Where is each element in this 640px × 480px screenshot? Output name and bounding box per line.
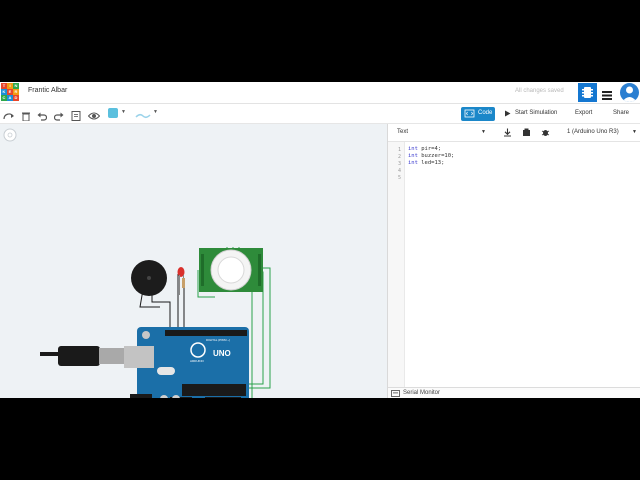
circuit-view-button[interactable]	[578, 83, 597, 102]
header-bar: TIN KER CAD Frantic Albar All changes sa…	[0, 82, 640, 104]
undo-button[interactable]	[37, 108, 48, 121]
code-text: led=13;	[417, 160, 445, 166]
line-number: 2	[397, 154, 401, 160]
save-status: All changes saved	[515, 88, 564, 94]
line-number-gutter: 1 2 3 4 5	[388, 142, 405, 387]
chevron-down-icon: ▼	[121, 109, 126, 115]
upload-icon[interactable]	[522, 128, 531, 137]
pir-motion-sensor[interactable]	[199, 248, 263, 292]
code-panel: Text ▼ 1 (Arduino Uno R3) ▼ 1 2 3 4 5 in…	[387, 124, 640, 398]
line-number: 5	[397, 175, 401, 181]
share-button[interactable]: Share	[613, 110, 629, 116]
delete-button[interactable]	[21, 108, 31, 122]
user-avatar[interactable]	[620, 83, 639, 102]
code-line[interactable]: int buzzer=10;	[408, 153, 454, 159]
arduino-uno-board[interactable]	[124, 327, 249, 398]
color-picker[interactable]: ▼	[108, 108, 128, 118]
code-editor[interactable]: 1 2 3 4 5 int pir=4; int buzzer=10; int …	[388, 142, 640, 387]
code-keyword: int	[408, 146, 418, 152]
toolbar: ▼ ▼ Code Start Simulation Export Share	[0, 104, 640, 124]
resistor[interactable]	[182, 278, 185, 288]
redo-icon	[53, 112, 64, 121]
eye-icon	[87, 112, 101, 120]
export-button[interactable]: Export	[575, 110, 592, 116]
serial-monitor-icon	[391, 390, 400, 397]
circuit-icon	[582, 87, 593, 98]
serial-monitor-bar[interactable]: Serial Monitor	[388, 387, 640, 398]
visibility-button[interactable]	[87, 108, 101, 120]
download-icon[interactable]	[503, 128, 512, 137]
tinkercad-logo[interactable]: TIN KER CAD	[1, 83, 19, 101]
notes-icon	[71, 111, 81, 121]
code-button[interactable]: Code	[461, 107, 495, 121]
line-number: 4	[397, 168, 401, 174]
chevron-down-icon: ▼	[153, 109, 158, 115]
rotate-icon	[3, 113, 14, 120]
code-panel-header: Text ▼ 1 (Arduino Uno R3) ▼	[388, 124, 640, 142]
chevron-down-icon: ▼	[632, 129, 637, 135]
code-keyword: int	[408, 153, 418, 159]
play-icon	[505, 110, 511, 117]
tinkercad-app: TIN KER CAD Frantic Albar All changes sa…	[0, 82, 640, 398]
debugger-bug-icon[interactable]	[541, 128, 550, 137]
serial-monitor-label: Serial Monitor	[403, 390, 441, 396]
trash-icon	[22, 112, 30, 122]
code-mode-select[interactable]: Text ▼	[394, 128, 488, 137]
user-icon	[622, 86, 637, 102]
circuit-drawing: UNO ARDUINO DIGITAL (PWM ~)	[40, 247, 271, 398]
line-number: 1	[397, 147, 401, 153]
code-text: buzzer=10;	[417, 153, 455, 159]
piezo-buzzer[interactable]	[131, 260, 167, 296]
rotate-button[interactable]	[3, 108, 14, 120]
code-line[interactable]: int pir=4;	[408, 146, 441, 152]
wire-type-picker[interactable]: ▼	[135, 108, 159, 119]
board-logo: UNO	[213, 349, 231, 358]
line-number: 3	[397, 161, 401, 167]
wire-style-icon	[135, 113, 151, 119]
usb-cable[interactable]	[40, 346, 125, 366]
code-icon	[464, 109, 475, 118]
code-button-label: Code	[478, 110, 493, 116]
board-brand: ARDUINO	[190, 359, 205, 363]
workplane-canvas[interactable]: UNO ARDUINO DIGITAL (PWM ~)	[0, 124, 387, 398]
undo-icon	[37, 112, 48, 121]
component-list-button[interactable]	[602, 87, 612, 100]
digital-pins-label: DIGITAL (PWM ~)	[206, 338, 230, 342]
code-mode-value: Text	[397, 129, 409, 135]
code-keyword: int	[408, 160, 418, 166]
code-text: pir=4;	[417, 146, 442, 152]
color-swatch	[108, 108, 118, 118]
device-select-value: 1 (Arduino Uno R3)	[567, 129, 619, 135]
device-select[interactable]: 1 (Arduino Uno R3) ▼	[564, 128, 638, 137]
project-title[interactable]: Frantic Albar	[28, 87, 67, 94]
code-line[interactable]: int led=13;	[408, 160, 444, 166]
notes-button[interactable]	[71, 108, 81, 121]
chevron-down-icon: ▼	[481, 129, 486, 135]
redo-button[interactable]	[53, 108, 64, 121]
list-icon	[602, 91, 612, 100]
start-simulation-button[interactable]: Start Simulation	[515, 110, 557, 116]
